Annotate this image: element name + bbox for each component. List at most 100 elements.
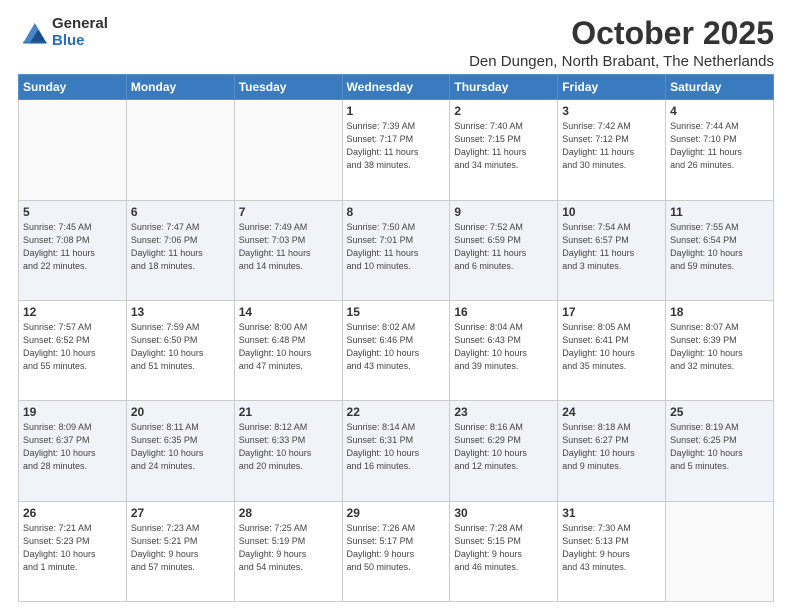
calendar-week-row: 1Sunrise: 7:39 AM Sunset: 7:17 PM Daylig… (19, 100, 774, 200)
table-row: 16Sunrise: 8:04 AM Sunset: 6:43 PM Dayli… (450, 300, 558, 400)
logo: General Blue (18, 16, 108, 49)
day-number: 12 (23, 305, 122, 319)
day-info: Sunrise: 7:57 AM Sunset: 6:52 PM Dayligh… (23, 321, 122, 373)
table-row: 18Sunrise: 8:07 AM Sunset: 6:39 PM Dayli… (666, 300, 774, 400)
col-friday: Friday (558, 75, 666, 100)
table-row: 25Sunrise: 8:19 AM Sunset: 6:25 PM Dayli… (666, 401, 774, 501)
day-info: Sunrise: 8:16 AM Sunset: 6:29 PM Dayligh… (454, 421, 553, 473)
table-row: 8 Sunrise: 7:50 AM Sunset: 7:01 PM Daylig… (342, 200, 450, 300)
day-number: 22 (347, 405, 446, 419)
col-wednesday: Wednesday (342, 75, 450, 100)
day-number: 25 (670, 405, 769, 419)
table-row: 17Sunrise: 8:05 AM Sunset: 6:41 PM Dayli… (558, 300, 666, 400)
table-row: 15Sunrise: 8:02 AM Sunset: 6:46 PM Dayli… (342, 300, 450, 400)
table-row: 21 Sunrise: 8:12 AM Sunset: 6:33 PM Dayli… (234, 401, 342, 501)
location: Den Dungen, North Brabant, The Netherlan… (469, 53, 774, 70)
day-info: Sunrise: 8:11 AM Sunset: 6:35 PM Dayligh… (131, 421, 230, 473)
day-number: 14 (239, 305, 338, 319)
day-number: 3 (562, 104, 661, 118)
day-number: 10 (562, 205, 661, 219)
month-title: October 2025 (469, 16, 774, 51)
day-number: 31 (562, 506, 661, 520)
day-info: Sunrise: 7:42 AM Sunset: 7:12 PM Dayligh… (562, 120, 661, 172)
day-info: Sunrise: 7:54 AM Sunset: 6:57 PM Dayligh… (562, 221, 661, 273)
table-row: 6 Sunrise: 7:47 AM Sunset: 7:06 PM Daylig… (126, 200, 234, 300)
day-info: Sunrise: 7:52 AM Sunset: 6:59 PM Dayligh… (454, 221, 553, 273)
day-info: Sunrise: 7:59 AM Sunset: 6:50 PM Dayligh… (131, 321, 230, 373)
day-info: Sunrise: 7:40 AM Sunset: 7:15 PM Dayligh… (454, 120, 553, 172)
table-row: 3 Sunrise: 7:42 AM Sunset: 7:12 PM Daylig… (558, 100, 666, 200)
day-info: Sunrise: 8:12 AM Sunset: 6:33 PM Dayligh… (239, 421, 338, 473)
table-row: 24 Sunrise: 8:18 AM Sunset: 6:27 PM Dayli… (558, 401, 666, 501)
day-number: 2 (454, 104, 553, 118)
day-number: 19 (23, 405, 122, 419)
col-tuesday: Tuesday (234, 75, 342, 100)
table-row: 29 Sunrise: 7:26 AM Sunset: 5:17 PM Dayli… (342, 501, 450, 601)
calendar: Sunday Monday Tuesday Wednesday Thursday… (18, 74, 774, 602)
table-row: 1Sunrise: 7:39 AM Sunset: 7:17 PM Daylig… (342, 100, 450, 200)
day-number: 27 (131, 506, 230, 520)
table-row (234, 100, 342, 200)
calendar-week-row: 26 Sunrise: 7:21 AM Sunset: 5:23 PM Dayli… (19, 501, 774, 601)
table-row: 13 Sunrise: 7:59 AM Sunset: 6:50 PM Dayli… (126, 300, 234, 400)
table-row: 14 Sunrise: 8:00 AM Sunset: 6:48 PM Dayli… (234, 300, 342, 400)
col-sunday: Sunday (19, 75, 127, 100)
day-number: 29 (347, 506, 446, 520)
table-row (19, 100, 127, 200)
day-info: Sunrise: 7:47 AM Sunset: 7:06 PM Dayligh… (131, 221, 230, 273)
day-info: Sunrise: 7:55 AM Sunset: 6:54 PM Dayligh… (670, 221, 769, 273)
table-row: 23 Sunrise: 8:16 AM Sunset: 6:29 PM Dayli… (450, 401, 558, 501)
table-row: 7Sunrise: 7:49 AM Sunset: 7:03 PM Daylig… (234, 200, 342, 300)
day-number: 8 (347, 205, 446, 219)
logo-general-label: General (52, 16, 108, 33)
table-row (126, 100, 234, 200)
table-row: 12 Sunrise: 7:57 AM Sunset: 6:52 PM Dayli… (19, 300, 127, 400)
day-info: Sunrise: 7:26 AM Sunset: 5:17 PM Dayligh… (347, 522, 446, 574)
day-info: Sunrise: 7:44 AM Sunset: 7:10 PM Dayligh… (670, 120, 769, 172)
calendar-week-row: 12 Sunrise: 7:57 AM Sunset: 6:52 PM Dayli… (19, 300, 774, 400)
day-number: 9 (454, 205, 553, 219)
day-number: 28 (239, 506, 338, 520)
day-info: Sunrise: 8:00 AM Sunset: 6:48 PM Dayligh… (239, 321, 338, 373)
calendar-week-row: 5Sunrise: 7:45 AM Sunset: 7:08 PM Daylig… (19, 200, 774, 300)
header: General Blue October 2025 Den Dungen, No… (18, 16, 774, 70)
day-number: 6 (131, 205, 230, 219)
day-info: Sunrise: 7:21 AM Sunset: 5:23 PM Dayligh… (23, 522, 122, 574)
day-number: 15 (347, 305, 446, 319)
table-row: 11 Sunrise: 7:55 AM Sunset: 6:54 PM Dayli… (666, 200, 774, 300)
day-info: Sunrise: 7:30 AM Sunset: 5:13 PM Dayligh… (562, 522, 661, 574)
day-info: Sunrise: 8:18 AM Sunset: 6:27 PM Dayligh… (562, 421, 661, 473)
day-info: Sunrise: 7:23 AM Sunset: 5:21 PM Dayligh… (131, 522, 230, 574)
table-row: 10 Sunrise: 7:54 AM Sunset: 6:57 PM Dayli… (558, 200, 666, 300)
day-number: 20 (131, 405, 230, 419)
day-number: 11 (670, 205, 769, 219)
table-row: 2 Sunrise: 7:40 AM Sunset: 7:15 PM Daylig… (450, 100, 558, 200)
col-monday: Monday (126, 75, 234, 100)
col-thursday: Thursday (450, 75, 558, 100)
logo-icon (18, 19, 50, 47)
day-number: 24 (562, 405, 661, 419)
day-info: Sunrise: 7:25 AM Sunset: 5:19 PM Dayligh… (239, 522, 338, 574)
logo-blue-label: Blue (52, 33, 108, 50)
logo-text: General Blue (52, 16, 108, 49)
calendar-week-row: 19 Sunrise: 8:09 AM Sunset: 6:37 PM Dayli… (19, 401, 774, 501)
table-row: 4 Sunrise: 7:44 AM Sunset: 7:10 PM Daylig… (666, 100, 774, 200)
day-info: Sunrise: 7:28 AM Sunset: 5:15 PM Dayligh… (454, 522, 553, 574)
day-info: Sunrise: 8:09 AM Sunset: 6:37 PM Dayligh… (23, 421, 122, 473)
day-number: 21 (239, 405, 338, 419)
day-number: 18 (670, 305, 769, 319)
day-number: 26 (23, 506, 122, 520)
day-info: Sunrise: 7:45 AM Sunset: 7:08 PM Dayligh… (23, 221, 122, 273)
table-row: 9 Sunrise: 7:52 AM Sunset: 6:59 PM Daylig… (450, 200, 558, 300)
day-number: 17 (562, 305, 661, 319)
calendar-header-row: Sunday Monday Tuesday Wednesday Thursday… (19, 75, 774, 100)
day-info: Sunrise: 7:50 AM Sunset: 7:01 PM Dayligh… (347, 221, 446, 273)
day-number: 23 (454, 405, 553, 419)
day-number: 30 (454, 506, 553, 520)
table-row: 26 Sunrise: 7:21 AM Sunset: 5:23 PM Dayli… (19, 501, 127, 601)
table-row: 22Sunrise: 8:14 AM Sunset: 6:31 PM Dayli… (342, 401, 450, 501)
day-number: 4 (670, 104, 769, 118)
day-number: 13 (131, 305, 230, 319)
day-info: Sunrise: 8:04 AM Sunset: 6:43 PM Dayligh… (454, 321, 553, 373)
day-number: 7 (239, 205, 338, 219)
